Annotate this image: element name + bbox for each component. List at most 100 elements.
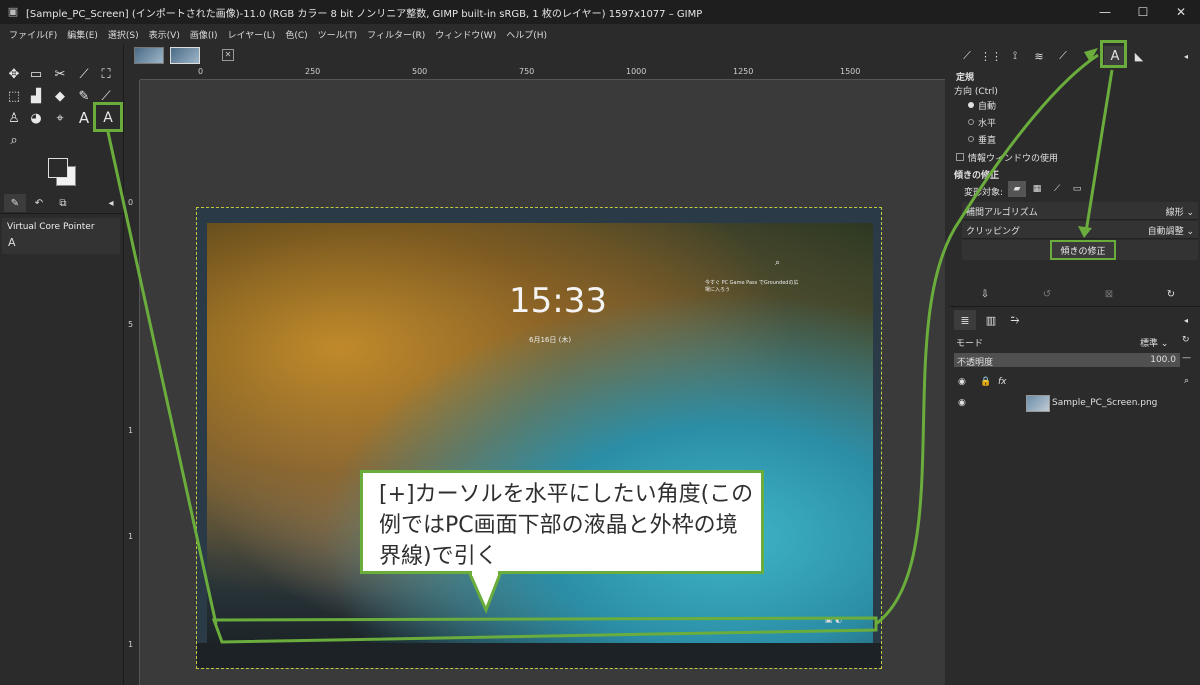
menu-filters[interactable]: フィルター(R): [362, 28, 430, 41]
orientation-auto-label[interactable]: 自動: [978, 99, 996, 112]
mode-reset-icon[interactable]: ↻: [1182, 335, 1190, 345]
save-options-icon[interactable]: ⇩: [974, 284, 996, 304]
orientation-vertical-radio[interactable]: [968, 136, 974, 142]
fuzzy-select-tool-icon[interactable]: ⟋: [74, 64, 94, 84]
orientation-auto-radio[interactable]: [968, 102, 974, 108]
pointer-tab-icon[interactable]: ◣: [1128, 46, 1150, 66]
layers-tab-icon[interactable]: ≣: [954, 310, 976, 330]
search-icon: ⌕: [775, 258, 781, 268]
layer-name[interactable]: Sample_PC_Screen.png: [1052, 398, 1157, 408]
move-tool-icon[interactable]: ✥: [4, 64, 24, 84]
annotation-text: [+]カーソルを水平にしたい角度(この例ではPC画面下部の液晶と外枠の境界線)で…: [379, 482, 754, 569]
fonts-tab-icon[interactable]: ⟟: [1004, 46, 1026, 66]
transform-layer-icon[interactable]: ▰: [1008, 181, 1026, 197]
images-tab-icon[interactable]: ⧉: [52, 194, 74, 212]
vertical-ruler[interactable]: 0 5 1 1 1: [124, 80, 140, 685]
menu-colors[interactable]: 色(C): [280, 28, 312, 41]
tool-options-title: 定規: [956, 73, 975, 83]
menu-edit[interactable]: 編集(E): [62, 28, 103, 41]
menu-view[interactable]: 表示(V): [144, 28, 185, 41]
image-layer[interactable]: ⌕ 今すぐ PC Game Pass でGroundedの広場に入ろう 15:3…: [196, 207, 882, 669]
image-tab-thumbnail-1[interactable]: [134, 47, 164, 64]
title-bar: ▣ [Sample_PC_Screen] (インポートされた画像)-11.0 (…: [0, 0, 1200, 24]
smudge-tool-icon[interactable]: ◕: [26, 108, 46, 128]
unified-transform-tool-icon[interactable]: ⬚: [4, 86, 24, 106]
crop-tool-icon[interactable]: ⛶: [96, 64, 116, 84]
layer-row[interactable]: ◉ Sample_PC_Screen.png: [954, 394, 1194, 414]
close-button[interactable]: ✕: [1162, 0, 1200, 24]
highlight-measure-tool: [93, 102, 123, 132]
paths-tool-icon[interactable]: ⌖: [50, 108, 70, 128]
menu-layer[interactable]: レイヤー(L): [223, 28, 281, 41]
info-window-label[interactable]: 情報ウィンドウの使用: [968, 151, 1058, 164]
opacity-decrease-icon[interactable]: —: [1182, 353, 1191, 363]
ruler-label: 1: [128, 426, 134, 435]
paths-tab-icon[interactable]: ⥲: [1004, 310, 1026, 330]
rect-select-tool-icon[interactable]: ▭: [26, 64, 46, 84]
straighten-button[interactable]: 傾きの修正: [1050, 240, 1116, 260]
orientation-horizontal-label[interactable]: 水平: [978, 116, 996, 129]
maximize-button[interactable]: ☐: [1124, 0, 1162, 24]
menu-image[interactable]: 画像(I): [185, 28, 223, 41]
measure-device-icon: A: [8, 236, 16, 249]
text-tool-icon[interactable]: A: [74, 108, 94, 128]
tool-options-tab-icon[interactable]: ✎: [4, 194, 26, 212]
bucket-fill-tool-icon[interactable]: ◆: [50, 86, 70, 106]
menu-help[interactable]: ヘルプ(H): [501, 28, 552, 41]
ruler-label: 0: [128, 198, 134, 207]
transform-image-icon[interactable]: ▭: [1068, 181, 1086, 197]
transform-path-icon[interactable]: ⟋: [1048, 181, 1066, 197]
undo-history-tab-icon[interactable]: ↶: [28, 194, 50, 212]
foreground-color[interactable]: [48, 158, 68, 178]
close-tab-icon[interactable]: ✕: [222, 49, 234, 61]
delete-options-icon[interactable]: ⊠: [1098, 284, 1120, 304]
menu-select[interactable]: 選択(S): [103, 28, 144, 41]
horizontal-ruler[interactable]: 0 250 500 750 1000 1250 1500: [140, 66, 950, 80]
layer-visibility-icon[interactable]: ◉: [958, 398, 966, 408]
channels-tab-icon[interactable]: ▥: [980, 310, 1002, 330]
layers-dock-menu-icon[interactable]: ◂: [1178, 310, 1194, 330]
clipping-value[interactable]: 自動調整 ⌄: [1148, 224, 1194, 237]
gradients-tab-icon[interactable]: ≋: [1028, 46, 1050, 66]
paintbrush-tool-icon[interactable]: ✎: [74, 86, 94, 106]
zoom-tool-icon[interactable]: ⌕: [4, 130, 24, 150]
orientation-vertical-label[interactable]: 垂直: [978, 133, 996, 146]
fg-bg-color-swatch[interactable]: [44, 154, 78, 188]
layer-thumbnail: [1026, 395, 1050, 412]
dock-menu-icon[interactable]: ◂: [104, 194, 118, 212]
brushes-tab-icon[interactable]: ⟋: [956, 46, 978, 66]
right-dock: ⟋ ⋮⋮ ⟟ ≋ ⟋ A ◣ ◂ 定規 方向 (Ctrl) 自動 水平 垂直 情…: [950, 44, 1200, 685]
minimize-button[interactable]: —: [1086, 0, 1124, 24]
mode-select[interactable]: 標準 ⌄: [1140, 336, 1168, 349]
interpolation-value[interactable]: 線形 ⌄: [1166, 205, 1194, 218]
clipping-select[interactable]: クリッピング 自動調整 ⌄: [962, 221, 1198, 239]
transform-selection-icon[interactable]: ▦: [1028, 181, 1046, 197]
warp-tool-icon[interactable]: ▟: [26, 86, 46, 106]
patterns-tab-icon[interactable]: ⋮⋮: [980, 46, 1002, 66]
opacity-slider[interactable]: 不透明度 100.0: [954, 353, 1180, 368]
image-tab-thumbnail-2[interactable]: [170, 47, 200, 64]
menu-windows[interactable]: ウィンドウ(W): [430, 28, 501, 41]
info-window-checkbox[interactable]: [956, 153, 964, 161]
reset-options-icon[interactable]: ↻: [1160, 284, 1182, 304]
orientation-horizontal-radio[interactable]: [968, 119, 974, 125]
panel-divider: [950, 306, 1200, 307]
device-status: Virtual Core Pointer A: [2, 218, 120, 254]
lockscreen-clock: 15:33: [509, 281, 607, 321]
opacity-value[interactable]: 100.0: [1150, 355, 1176, 365]
menu-tools[interactable]: ツール(T): [313, 28, 363, 41]
dock-menu-icon[interactable]: ◂: [1178, 46, 1194, 66]
lockscreen-status-icons: ▣ ◐: [825, 615, 843, 624]
lockscreen-date: 6月16日 (木): [529, 336, 572, 344]
clone-tool-icon[interactable]: ♙: [4, 108, 24, 128]
layer-search-icon[interactable]: ⌕: [1184, 376, 1189, 386]
menu-file[interactable]: ファイル(F): [4, 28, 62, 41]
ruler-corner[interactable]: [124, 66, 140, 80]
restore-options-icon[interactable]: ↺: [1036, 284, 1058, 304]
ruler-label: 750: [519, 67, 535, 76]
interpolation-select[interactable]: 補間アルゴリズム 線形 ⌄: [962, 202, 1198, 220]
paint-dynamics-tab-icon[interactable]: ⟋: [1052, 46, 1074, 66]
ruler-label: 1500: [840, 67, 861, 76]
mode-label: モード: [956, 339, 984, 349]
scissors-tool-icon[interactable]: ✂: [50, 64, 70, 84]
